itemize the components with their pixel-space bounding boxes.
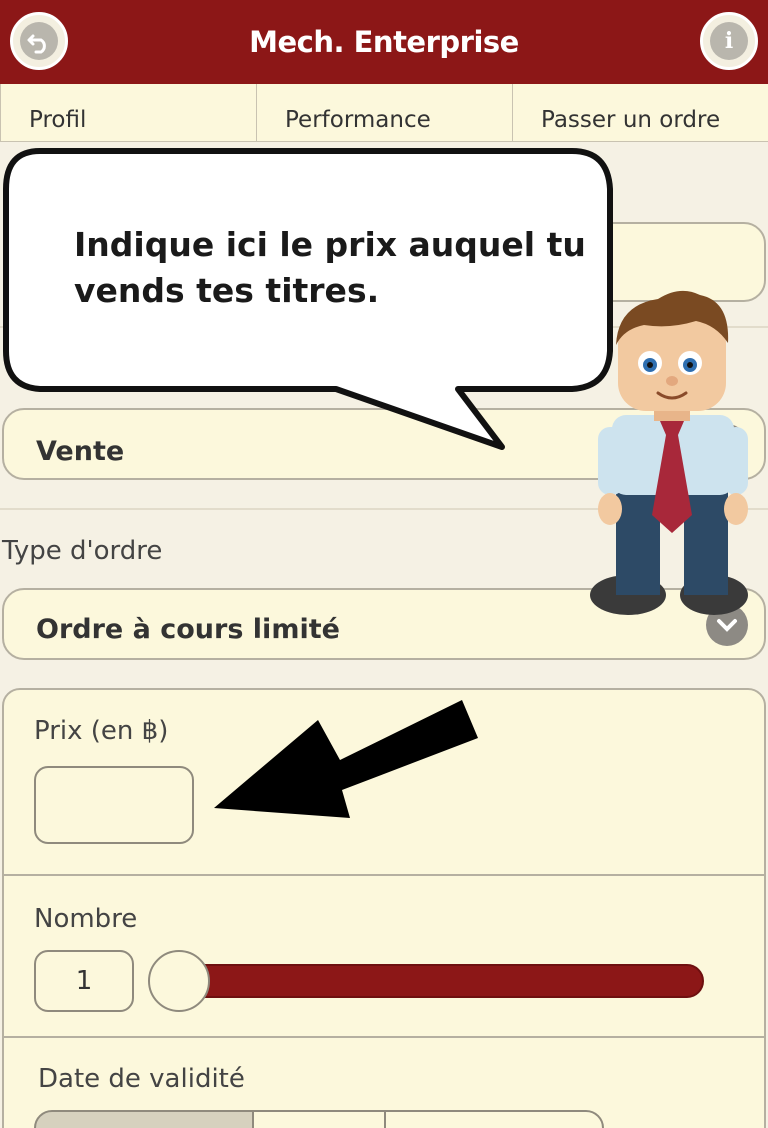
divider <box>2 874 766 876</box>
validity-option-2[interactable] <box>252 1110 386 1128</box>
quantity-label: Nombre <box>34 904 138 934</box>
order-type-value: Ordre à cours limité <box>36 614 340 645</box>
back-arrow-icon <box>20 22 58 60</box>
pointer-arrow-icon <box>214 700 478 818</box>
app-header: Mech. Enterprise i <box>0 0 768 84</box>
tab-passer-un-ordre[interactable]: Passer un ordre <box>512 84 768 141</box>
businessman-character <box>590 290 748 615</box>
price-label: Prix (en ฿) <box>34 716 169 746</box>
quantity-slider-handle[interactable] <box>148 950 210 1012</box>
info-button[interactable]: i <box>700 12 758 70</box>
validity-label: Date de validité <box>38 1064 245 1094</box>
tutorial-text: Indique ici le prix auquel tu vends tes … <box>74 225 586 310</box>
order-type-label: Type d'ordre <box>2 536 163 566</box>
quantity-slider-track[interactable] <box>162 964 704 998</box>
tab-profil[interactable]: Profil <box>0 84 256 141</box>
tab-performance[interactable]: Performance <box>256 84 512 141</box>
quantity-field[interactable]: 1 <box>34 950 134 1012</box>
price-input[interactable] <box>34 766 194 844</box>
tab-bar: Profil Performance Passer un ordre <box>0 84 768 142</box>
back-button[interactable] <box>10 12 68 70</box>
divider <box>2 1036 766 1038</box>
app-title: Mech. Enterprise <box>249 25 519 59</box>
info-icon: i <box>710 22 748 60</box>
validity-option-1[interactable] <box>34 1110 254 1128</box>
validity-option-3[interactable] <box>384 1110 604 1128</box>
